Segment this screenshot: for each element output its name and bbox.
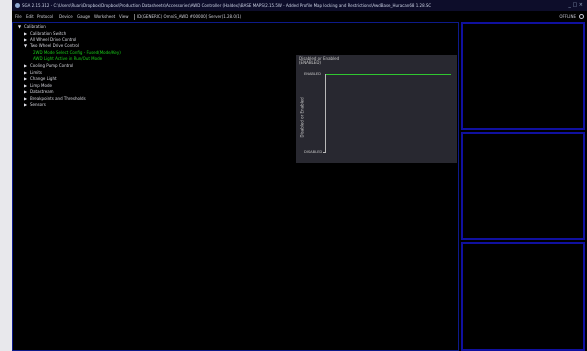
right-panel-top — [461, 22, 585, 130]
tree-item-label: Breakpoints and Thresholds — [30, 96, 86, 101]
right-panels — [459, 22, 587, 351]
right-panel-middle — [461, 132, 585, 240]
app-window: SGA 2.15.312 - C:\Users\Ruan\Dropbox\Dro… — [12, 0, 587, 351]
tree-item-label: Cooling Pump Control — [30, 63, 74, 68]
tree-item-label: All Wheel Drive Control — [30, 37, 77, 42]
y-axis — [325, 74, 326, 153]
window-title: SGA 2.15.312 - C:\Users\Ruan\Dropbox\Dro… — [22, 3, 432, 8]
tree-item[interactable]: ▶ Cooling Pump Control — [24, 63, 73, 69]
menu-view[interactable]: View — [119, 11, 129, 22]
device-info: ID(GENERIC) OmniS_AWD #00000] Server(1.2… — [137, 14, 242, 19]
title-bar: SGA 2.15.312 - C:\Users\Ruan\Dropbox\Dro… — [12, 0, 587, 11]
tree-item[interactable]: ▼ Calibration — [18, 24, 46, 30]
tree-item[interactable]: AWD Light Active in Run/Out Mode — [33, 56, 102, 62]
menu-bar: File Edit Protocol Device Gauge Workshee… — [12, 11, 587, 22]
tree-item[interactable]: ▶ Change Light — [24, 76, 57, 82]
menu-file[interactable]: File — [15, 11, 22, 22]
value-line — [326, 74, 451, 75]
y-axis-tick-bottom — [323, 152, 326, 153]
connection-indicator-icon[interactable] — [579, 14, 584, 19]
y-tick-disabled: DISABLED — [304, 150, 323, 154]
tree-item-label: Limits — [30, 70, 42, 75]
tree-item-label: Change Light — [30, 76, 57, 81]
graph-current-value: (ENABLED) — [299, 60, 321, 65]
tree-item-label: AWD Light Active in Run/Out Mode — [33, 56, 103, 61]
tree-item-label: Sensors — [30, 102, 46, 107]
menu-gauge[interactable]: Gauge — [77, 11, 90, 22]
menu-edit[interactable]: Edit — [26, 11, 34, 22]
graph-y-axis-label: Disabled or Enabled — [299, 97, 305, 138]
tree-item-label: Limp Mode — [30, 83, 52, 88]
tree-item-label: Calibration Switch — [30, 31, 67, 36]
tree-item[interactable]: ▼ Two Wheel Drive Control — [24, 43, 79, 49]
menu-separator — [134, 14, 135, 20]
tree-item-label: 2WD Mode Select Config - Fused(Mode/Key) — [33, 50, 121, 55]
tree-item[interactable]: ▶ Datastream — [24, 89, 54, 95]
right-panel-bottom — [461, 242, 585, 351]
value-graph-panel: Disabled or Enabled (ENABLED) Disabled o… — [296, 55, 457, 163]
menu-device[interactable]: Device — [59, 11, 73, 22]
tree-item-label: Datastream — [30, 89, 54, 94]
tree-item-label: Two Wheel Drive Control — [30, 43, 79, 48]
y-tick-enabled: ENABLED — [304, 72, 321, 76]
tree-item-label: Calibration — [24, 24, 46, 29]
app-icon — [15, 3, 20, 8]
menu-protocol[interactable]: Protocol — [37, 11, 53, 22]
menu-worksheet[interactable]: Worksheet — [94, 11, 115, 22]
tree-item[interactable]: ▶ Sensors — [24, 102, 46, 108]
window-controls[interactable]: _ □ × — [568, 0, 583, 11]
connection-status: OFFLINE — [559, 14, 576, 19]
